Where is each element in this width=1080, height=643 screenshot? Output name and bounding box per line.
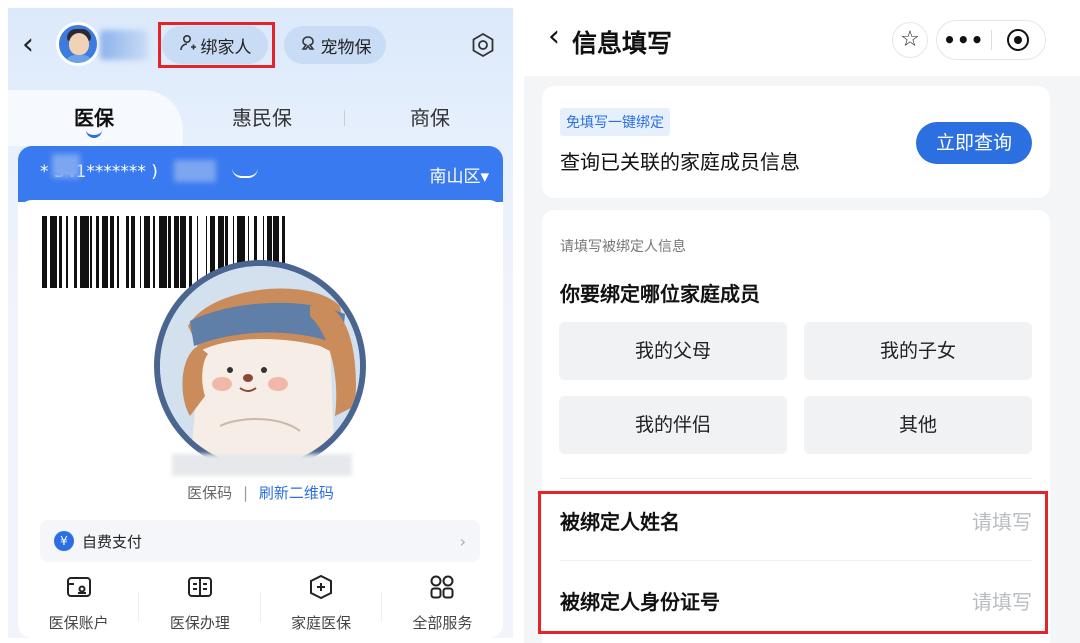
id-blur <box>52 154 80 178</box>
settings-icon[interactable] <box>470 32 496 58</box>
barcode-bar <box>79 216 89 288</box>
tab-huiminbao[interactable]: 惠民保 <box>232 102 292 131</box>
self-pay-row[interactable]: ¥ 自费支付 › <box>40 520 480 562</box>
highlight-box-bind-family <box>158 22 275 68</box>
form-header: ‹ 信息填写 ☆ ••• <box>524 0 1080 76</box>
service-medical-handling[interactable]: 医保办理 <box>139 574 261 638</box>
service-family-medical[interactable]: 家庭医保 <box>261 574 382 638</box>
close-miniapp-button[interactable] <box>991 29 1045 51</box>
service-all[interactable]: 全部服务 <box>382 574 503 638</box>
chevron-right-icon: › <box>459 531 466 551</box>
medical-plus-icon <box>308 574 334 608</box>
quick-bind-title: 查询已关联的家庭成员信息 <box>560 150 800 174</box>
favorite-star-icon[interactable]: ☆ <box>892 22 928 58</box>
medical-insurance-card: * 341******* ) 南山区▾ 医保码 | 刷新二维码 ¥ 自费支付 ›… <box>18 146 503 638</box>
grid-icon <box>429 574 455 608</box>
pet-insurance-label: 宠物保 <box>320 37 372 58</box>
wallet-icon <box>66 574 92 608</box>
yen-icon: ¥ <box>54 531 74 551</box>
code-label-row: 医保码 | 刷新二维码 <box>18 482 503 503</box>
barcode-bar <box>159 216 167 288</box>
option-other[interactable]: 其他 <box>804 396 1032 454</box>
quick-bind-card: 免填写一键绑定 查询已关联的家庭成员信息 立即查询 <box>542 86 1050 198</box>
blurred-username <box>100 30 148 60</box>
service-label: 全部服务 <box>412 614 473 632</box>
query-now-button[interactable]: 立即查询 <box>916 122 1032 164</box>
service-label: 医保账户 <box>48 614 109 632</box>
pet-avatar-image <box>154 260 366 472</box>
eye-closed-icon[interactable] <box>232 168 258 178</box>
app-header: ‹ 绑家人 宠物保 <box>8 8 513 86</box>
service-label: 医保办理 <box>169 614 230 632</box>
book-icon <box>187 574 213 608</box>
quick-bind-tag: 免填写一键绑定 <box>560 108 670 136</box>
paw-icon <box>299 34 317 56</box>
target-icon <box>1007 29 1030 51</box>
code-separator: | <box>242 484 249 502</box>
district-selector[interactable]: 南山区▾ <box>429 162 489 187</box>
blurred-name <box>172 454 352 476</box>
tab-commercial[interactable]: 商保 <box>410 102 450 131</box>
divider <box>560 478 1032 479</box>
card-header: * 341******* ) 南山区▾ <box>18 146 503 202</box>
option-partner[interactable]: 我的伴侣 <box>559 396 787 454</box>
avatar-face <box>69 33 89 55</box>
option-parents[interactable]: 我的父母 <box>559 322 787 380</box>
refresh-qr-link[interactable]: 刷新二维码 <box>259 484 334 502</box>
medical-code-label: 医保码 <box>187 484 233 502</box>
service-label: 家庭医保 <box>291 614 352 632</box>
screenshot-root: ‹ 绑家人 宠物保 医保 惠民保 商保 * 341*******) 南山区▾ … <box>0 0 1080 643</box>
service-shortcuts: 医保账户 医保办理 家庭医保 全部服务 <box>18 574 503 638</box>
barcode-bar <box>49 216 57 288</box>
tab-medical[interactable]: 医保 <box>74 102 114 131</box>
self-pay-label: 自费支付 <box>82 532 143 551</box>
insurance-app-panel: ‹ 绑家人 宠物保 医保 惠民保 商保 * 341*******) 南山区▾ … <box>8 8 513 638</box>
barcode-bar <box>119 216 127 288</box>
miniapp-capsule: ••• <box>936 20 1046 60</box>
card-body: 医保码 | 刷新二维码 ¥ 自费支付 › 医保账户 医保办理 家庭医保 全部服务 <box>18 200 503 638</box>
service-medical-account[interactable]: 医保账户 <box>18 574 140 638</box>
page-title: 信息填写 <box>572 29 673 58</box>
avatar[interactable] <box>56 22 100 66</box>
form-hint: 请填写被绑定人信息 <box>560 239 686 255</box>
insurance-tabs: 医保 惠民保 商保 <box>8 90 513 146</box>
avatar-body <box>65 55 93 63</box>
more-icon[interactable]: ••• <box>937 28 991 52</box>
back-icon[interactable]: ‹ <box>22 30 34 60</box>
back-icon[interactable]: ‹ <box>548 22 560 52</box>
tab-separator <box>344 110 345 126</box>
option-children[interactable]: 我的子女 <box>804 322 1032 380</box>
relation-question: 你要绑定哪位家庭成员 <box>560 282 760 306</box>
id-blur <box>174 160 216 182</box>
pet-insurance-button[interactable]: 宠物保 <box>284 26 386 64</box>
highlight-box-form-fields <box>538 491 1048 634</box>
